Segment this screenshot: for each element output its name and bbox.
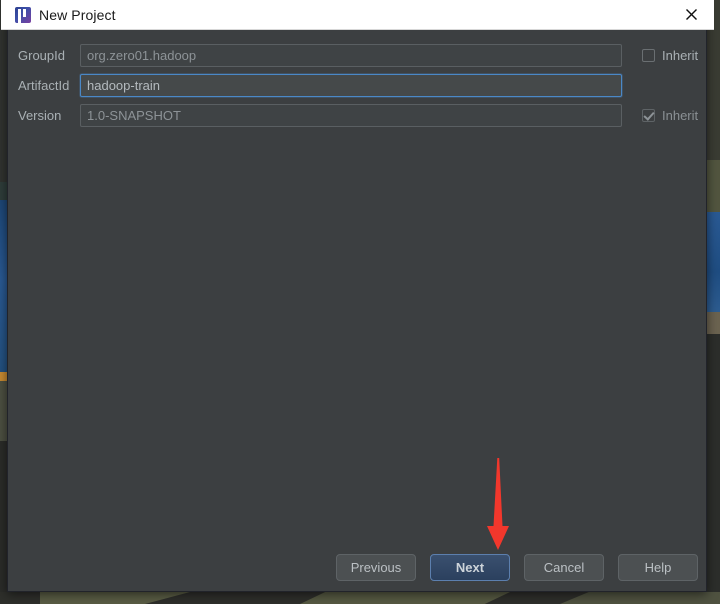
next-button[interactable]: Next (430, 554, 510, 581)
help-button[interactable]: Help (618, 554, 698, 581)
groupid-inherit-checkbox[interactable] (642, 48, 655, 62)
version-input[interactable] (80, 103, 622, 127)
artifactid-label: ArtifactId (18, 77, 70, 93)
dialog-titlebar: New Project (1, 0, 714, 30)
wallpaper-region (706, 312, 720, 334)
groupid-inherit-group[interactable]: Inherit (642, 48, 698, 63)
form-row-version: Version Inherit (8, 100, 706, 130)
cancel-button[interactable]: Cancel (524, 554, 604, 581)
groupid-label: GroupId (18, 47, 65, 63)
previous-button[interactable]: Previous (336, 554, 416, 581)
version-inherit-label: Inherit (662, 107, 699, 123)
dialog-button-bar: Previous Next Cancel Help (336, 554, 698, 581)
groupid-input[interactable] (80, 43, 622, 67)
version-label: Version (18, 107, 62, 123)
intellij-idea-icon (15, 6, 31, 23)
form-row-artifactid: ArtifactId (8, 70, 706, 100)
wallpaper-region (300, 592, 510, 604)
annotation-arrow-icon (487, 458, 509, 550)
wallpaper-region (706, 334, 720, 604)
maven-coordinates-form: GroupId Inherit ArtifactId Version Inher… (8, 30, 706, 130)
new-project-dialog: New Project GroupId Inherit ArtifactId V… (1, 0, 714, 592)
dialog-title: New Project (39, 6, 116, 23)
version-inherit-checkbox (642, 108, 655, 122)
version-inherit-group: Inherit (642, 108, 698, 123)
form-row-groupid: GroupId Inherit (8, 40, 706, 70)
artifactid-input[interactable] (80, 73, 622, 97)
wallpaper-region (706, 160, 720, 212)
groupid-inherit-label: Inherit (662, 47, 699, 63)
close-icon[interactable] (668, 0, 714, 29)
wallpaper-region (706, 212, 720, 312)
